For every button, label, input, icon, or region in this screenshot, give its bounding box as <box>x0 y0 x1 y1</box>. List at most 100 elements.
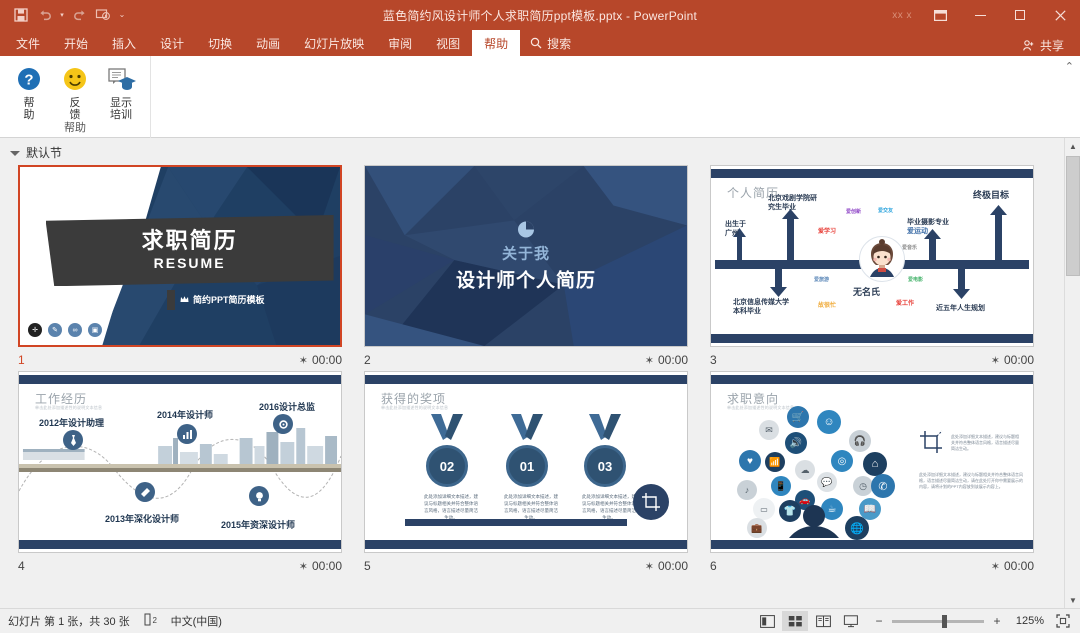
user-account-label[interactable]: xx x <box>884 10 920 21</box>
tab-help[interactable]: 帮助 <box>472 30 521 56</box>
slide-3-arrow-4 <box>929 238 936 262</box>
tab-transitions[interactable]: 切换 <box>196 30 244 56</box>
slide-3-arrow-2 <box>787 218 794 262</box>
slide-3-label-1: 出生于 广州 <box>725 221 746 237</box>
wifi-icon: 📶 <box>765 452 785 472</box>
slide-6-meta: 6 ✶ 00:00 <box>710 553 1034 577</box>
redo-icon[interactable] <box>68 4 90 26</box>
vertical-scrollbar[interactable]: ▲ ▼ <box>1064 138 1080 608</box>
slideshow-icon[interactable] <box>92 4 114 26</box>
slide-3-top-bar <box>711 169 1033 178</box>
scroll-down-icon[interactable]: ▼ <box>1065 592 1080 608</box>
slide-1-icon-row: ✛ ✎ ∞ ▣ <box>28 323 102 337</box>
slide-thumbnail-3[interactable]: 个人简历 出生于 广州 北京戏剧学院研 究生毕业 北京信息传媒大学 本科毕业 毕… <box>710 165 1034 371</box>
feedback-button[interactable]: 反馈 <box>52 60 98 121</box>
language-indicator[interactable]: 中文(中国) <box>171 613 222 629</box>
share-button[interactable]: 共享 <box>1014 34 1072 56</box>
slide-sorter-pane[interactable]: 默认节 求职简历 RESUME 简约PPT简历模板 ✛ ✎ ∞ ▣ 1 ✶ 00… <box>0 138 1080 608</box>
slide-3-label-3: 北京信息传媒大学 本科毕业 <box>733 299 789 315</box>
chart-icon <box>182 429 192 439</box>
slide-4-label-4: 2015年资深设计师 <box>221 520 296 530</box>
slide-sorter-view-button[interactable] <box>782 611 808 631</box>
tab-animations[interactable]: 动画 <box>244 30 292 56</box>
tab-slideshow[interactable]: 幻灯片放映 <box>292 30 376 56</box>
headphones-icon: 🎧 <box>849 430 871 452</box>
camera-icon: ◎ <box>831 450 853 472</box>
slide-3-content: 个人简历 出生于 广州 北京戏剧学院研 究生毕业 北京信息传媒大学 本科毕业 毕… <box>711 166 1033 346</box>
slide-5-bottom-bar <box>365 540 687 549</box>
slide-3-arrow-1 <box>737 236 742 262</box>
slide-5-content: 获得的奖项 单击此处添加描述性的说明文本信息 02 此处添加详细文本描述，建议与… <box>365 372 687 552</box>
search-box[interactable]: 搜索 <box>520 30 581 56</box>
slide-cell-5: 获得的奖项 单击此处添加描述性的说明文本信息 02 此处添加详细文本描述，建议与… <box>364 371 710 577</box>
save-icon[interactable] <box>10 4 32 26</box>
chevron-down-icon-undo[interactable]: ▾ <box>58 4 66 26</box>
tab-home[interactable]: 开始 <box>52 30 100 56</box>
tab-design[interactable]: 设计 <box>148 30 196 56</box>
pie-chart-icon <box>516 220 536 240</box>
slideshow-view-button[interactable] <box>838 611 864 631</box>
share-label: 共享 <box>1039 38 1064 53</box>
slide-5-crop-placeholder-icon <box>633 484 669 520</box>
slide-canvas-2: 关于我 设计师个人简历 <box>364 165 688 347</box>
normal-view-button[interactable] <box>754 611 780 631</box>
slide-4-label-5: 2016设计总监 <box>259 402 316 412</box>
music-icon: ♪ <box>737 480 757 500</box>
slide-5-top-bar <box>365 375 687 384</box>
medal-ribbon-icon <box>431 414 463 440</box>
zoom-slider-track[interactable] <box>892 614 984 628</box>
zoom-out-button[interactable]: − <box>872 614 886 628</box>
slide-5-medal-3-text: 此处添加详细文本描述，建议与标题相关并符合整体语言风格，语言描述尽量简洁生动。 <box>582 494 636 520</box>
section-collapse-icon[interactable] <box>10 150 20 156</box>
cloud-icon: ☁ <box>795 460 815 480</box>
fit-to-window-button[interactable] <box>1052 614 1074 628</box>
tab-file[interactable]: 文件 <box>4 30 52 56</box>
slide-4-timing: ✶ 00:00 <box>299 559 342 573</box>
tab-insert[interactable]: 插入 <box>100 30 148 56</box>
slide-2-content: 关于我 设计师个人简历 <box>365 166 687 346</box>
slide-cell-4: 工作经历 单击此处添加描述性的说明文本信息 2012年设计助理 2013年深化设… <box>18 371 364 577</box>
slide-4-ground-line <box>19 468 341 472</box>
ribbon-display-options-icon[interactable] <box>920 0 960 30</box>
close-button[interactable] <box>1040 0 1080 30</box>
ribbon-group-label: 帮助 <box>64 122 86 134</box>
slide-2-timing: ✶ 00:00 <box>645 353 688 367</box>
slide-2-heading-block: 关于我 设计师个人简历 <box>365 220 687 293</box>
collapse-ribbon-icon[interactable]: ⌃ <box>1065 60 1074 73</box>
customize-qat-button[interactable]: ⌄ <box>116 4 128 26</box>
slide-4-node-3 <box>177 424 197 444</box>
slide-6-top-bar <box>711 375 1033 384</box>
slide-3-chip-busy: 故很忙 <box>818 303 837 309</box>
scrollbar-thumb[interactable] <box>1066 156 1080 276</box>
slide-thumbnail-4[interactable]: 工作经历 单击此处添加描述性的说明文本信息 2012年设计助理 2013年深化设… <box>18 371 342 577</box>
slide-1-title: 求职简历 <box>141 228 238 254</box>
animation-star-icon: ✶ <box>990 560 1000 573</box>
zoom-in-button[interactable]: + <box>990 614 1004 628</box>
accessibility-icon[interactable]: 2 <box>144 613 157 629</box>
slide-3-label-5: 终极目标 <box>973 190 1010 200</box>
speaker-icon: 🔊 <box>785 432 807 454</box>
slide-3-number: 3 <box>710 353 717 367</box>
tab-view[interactable]: 视图 <box>424 30 472 56</box>
zoom-control[interactable]: − + 125% <box>866 614 1050 628</box>
slide-counter[interactable]: 幻灯片 第 1 张，共 30 张 <box>8 613 130 629</box>
restore-button[interactable] <box>1000 0 1040 30</box>
undo-icon[interactable] <box>34 4 56 26</box>
zoom-percentage[interactable]: 125% <box>1010 615 1044 627</box>
section-header[interactable]: 默认节 <box>0 138 1080 165</box>
help-button[interactable]: ? 帮助 <box>6 60 52 121</box>
scroll-up-icon[interactable]: ▲ <box>1065 138 1080 154</box>
slide-thumbnail-5[interactable]: 获得的奖项 单击此处添加描述性的说明文本信息 02 此处添加详细文本描述，建议与… <box>364 371 688 577</box>
tab-review[interactable]: 审阅 <box>376 30 424 56</box>
slide-thumbnail-6[interactable]: 求职意向 单击此处添加描述性的说明文本信息 🛒 ☺ ✉ 🎧 🔊 ♥ 📶 ◎ ⌂ … <box>710 371 1034 577</box>
slide-thumbnail-2[interactable]: 关于我 设计师个人简历 2 ✶ 00:00 <box>364 165 688 371</box>
show-training-button[interactable]: 显示 培训 <box>98 60 144 121</box>
minimize-button[interactable] <box>960 0 1000 30</box>
slide-thumbnail-1[interactable]: 求职简历 RESUME 简约PPT简历模板 ✛ ✎ ∞ ▣ 1 ✶ 00:00 <box>18 165 342 371</box>
slide-1-tag-group: 简约PPT简历模板 <box>180 293 265 306</box>
slide-3-arrow-6 <box>995 214 1002 262</box>
reading-view-button[interactable] <box>810 611 836 631</box>
zoom-slider-handle[interactable] <box>942 614 947 628</box>
slide-6-timing: ✶ 00:00 <box>991 559 1034 573</box>
slide-4-label-2: 2013年深化设计师 <box>105 514 180 524</box>
